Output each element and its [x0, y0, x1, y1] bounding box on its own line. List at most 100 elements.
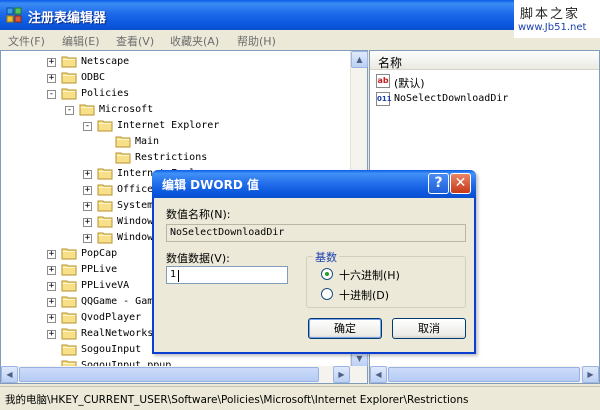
open-folder-icon [61, 88, 77, 100]
name-column-header[interactable]: 名称 [370, 51, 599, 70]
tree-item-label: Internet Explorer [117, 120, 220, 131]
menu-file[interactable]: 文件(F) [8, 33, 45, 49]
menu-favorites[interactable]: 收藏夹(A) [170, 33, 219, 49]
tree-item-label: PPLive [81, 264, 118, 275]
open-folder-icon [79, 104, 95, 116]
radio-dec[interactable] [321, 288, 333, 300]
folder-icon [97, 216, 113, 228]
expand-icon[interactable]: + [83, 186, 92, 195]
expand-icon[interactable]: + [83, 170, 92, 179]
expand-icon[interactable]: + [47, 58, 56, 67]
collapse-icon[interactable]: - [47, 90, 56, 99]
scroll-right-icon[interactable]: ▶ [333, 366, 350, 383]
tree-item-label: Main [135, 136, 160, 147]
expand-icon[interactable]: + [83, 218, 92, 227]
expand-icon[interactable]: + [47, 330, 56, 339]
tree-hscroll-thumb[interactable] [19, 367, 319, 382]
tree-item-label: ODBC [81, 72, 106, 83]
tree-horizontal-scrollbar[interactable]: ◀ ▶ [1, 366, 367, 383]
folder-icon [61, 296, 77, 308]
watermark-text: 脚本之家 [520, 7, 581, 22]
name-column-label: 名称 [378, 56, 403, 70]
menu-edit[interactable]: 编辑(E) [62, 33, 100, 49]
folder-icon [61, 248, 77, 260]
open-folder-icon [115, 152, 131, 164]
folder-icon [61, 264, 77, 276]
value-name-field: NoSelectDownloadDir [166, 224, 466, 242]
folder-icon [97, 184, 113, 196]
regedit-window: 注册表编辑器 脚本之家 www.Jb51.net 文件(F) 编辑(E) 查看(… [0, 0, 600, 410]
folder-icon [97, 232, 113, 244]
tree-item[interactable]: + Netscape [1, 54, 351, 70]
values-hscroll-thumb[interactable] [388, 367, 580, 382]
folder-icon [61, 56, 77, 68]
tree-item-label: QvodPlayer [81, 312, 142, 323]
scroll-right-icon[interactable]: ▶ [582, 366, 599, 383]
tree-item[interactable]: + ODBC [1, 70, 351, 86]
status-bar: 我的电脑\HKEY_CURRENT_USER\Software\Policies… [0, 386, 600, 410]
expand-icon[interactable]: + [83, 234, 92, 243]
help-icon[interactable]: ? [428, 173, 449, 194]
tree-item[interactable]: - Microsoft [1, 102, 351, 118]
status-path: 我的电脑\HKEY_CURRENT_USER\Software\Policies… [5, 394, 469, 406]
menu-help[interactable]: 帮助(H) [237, 33, 276, 49]
collapse-icon[interactable]: - [83, 122, 92, 131]
tree-item-label: Office [117, 184, 154, 195]
menu-view[interactable]: 查看(V) [116, 33, 154, 49]
tree-item-label: RealNetworks [81, 328, 154, 339]
expand-icon[interactable]: + [47, 282, 56, 291]
collapse-icon[interactable]: - [65, 106, 74, 115]
window-title: 注册表编辑器 [28, 11, 107, 26]
menu-bar: 文件(F) 编辑(E) 查看(V) 收藏夹(A) 帮助(H) [0, 30, 600, 50]
value-data-text: 1 [170, 269, 177, 280]
scroll-up-icon[interactable]: ▲ [351, 51, 368, 68]
radio-dec-label[interactable]: 十进制(D) [339, 287, 389, 303]
tree-item-label: PopCap [81, 248, 118, 259]
values-horizontal-scrollbar[interactable]: ◀ ▶ [370, 366, 599, 383]
dword-value-icon: 011 [376, 92, 392, 106]
base-groupbox: 基数 十六进制(H) 十进制(D) [306, 249, 466, 308]
expand-icon[interactable]: + [47, 314, 56, 323]
folder-icon [115, 136, 131, 148]
radio-hex-label[interactable]: 十六进制(H) [339, 267, 400, 283]
expand-icon[interactable]: + [47, 74, 56, 83]
open-folder-icon [97, 120, 113, 132]
tree-item-label: Microsoft [99, 104, 154, 115]
value-name: NoSelectDownloadDir [394, 93, 509, 104]
text-caret [178, 270, 179, 282]
tree-item-label: Netscape [81, 56, 130, 67]
value-data-input[interactable]: 1 [166, 266, 288, 284]
regedit-icon [6, 7, 22, 23]
ok-button[interactable]: 确定 [308, 318, 382, 339]
folder-icon [61, 312, 77, 324]
tree-item-label: Restrictions [135, 152, 208, 163]
tree-item[interactable]: - Policies [1, 86, 351, 102]
value-name: (默认) [394, 77, 425, 90]
dialog-title: 编辑 DWORD 值 [162, 178, 259, 192]
folder-icon [61, 72, 77, 84]
tree-item-label: QQGame - Game [81, 296, 160, 307]
dialog-title-bar[interactable]: 编辑 DWORD 值 ? ✕ [152, 170, 476, 198]
folder-icon [97, 200, 113, 212]
expand-icon[interactable]: + [47, 250, 56, 259]
expand-icon[interactable]: + [83, 202, 92, 211]
title-bar[interactable]: 注册表编辑器 [0, 0, 600, 30]
tree-item[interactable]: Main [1, 134, 351, 150]
tree-item-label: Policies [81, 88, 130, 99]
expand-icon[interactable]: + [47, 298, 56, 307]
value-data-label: 数值数据(V): [166, 252, 230, 265]
watermark: 脚本之家 www.Jb51.net [514, 0, 600, 38]
base-title: 基数 [313, 249, 339, 265]
close-icon[interactable]: ✕ [450, 173, 471, 194]
folder-icon [61, 280, 77, 292]
value-name-label: 数值名称(N): [166, 208, 231, 221]
expand-icon[interactable]: + [47, 266, 56, 275]
tree-item[interactable]: - Internet Explorer [1, 118, 351, 134]
radio-hex[interactable] [321, 268, 333, 280]
scroll-left-icon[interactable]: ◀ [1, 366, 18, 383]
scroll-left-icon[interactable]: ◀ [370, 366, 387, 383]
tree-item[interactable]: Restrictions [1, 150, 351, 166]
cancel-button[interactable]: 取消 [392, 318, 466, 339]
edit-dword-dialog: 编辑 DWORD 值 ? ✕ 数值名称(N): NoSelectDownload… [152, 170, 476, 354]
folder-icon [61, 344, 77, 356]
